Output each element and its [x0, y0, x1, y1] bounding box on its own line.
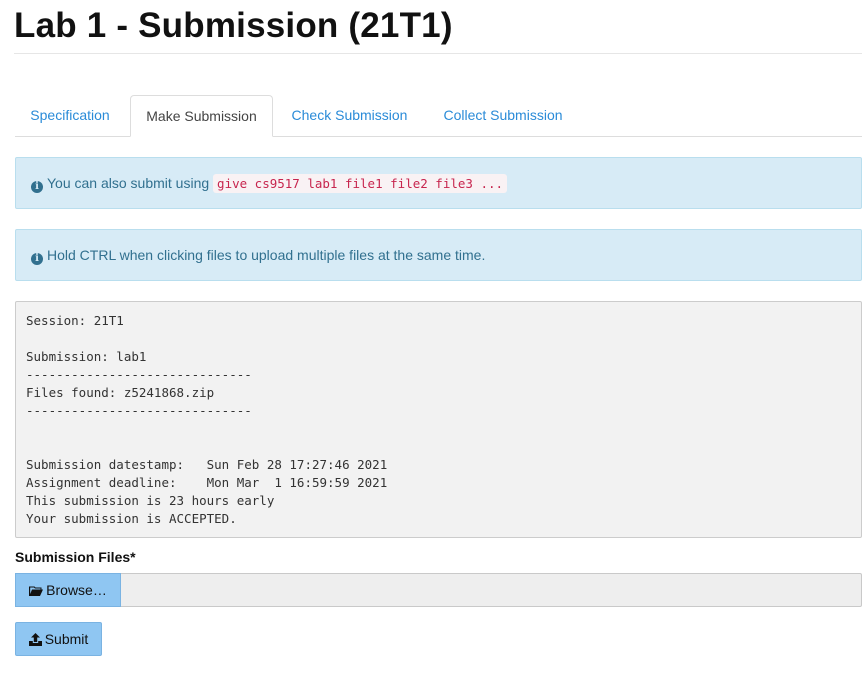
submit-label: Submit — [44, 631, 89, 647]
selected-files-display[interactable] — [122, 574, 861, 606]
upload-icon — [28, 625, 42, 657]
submission-files-label: Submission Files* — [15, 549, 136, 565]
info-circle-icon: i — [31, 181, 43, 193]
file-input-group: Browse… — [15, 573, 862, 607]
multi-file-alert: i Hold CTRL when clicking files to upload… — [15, 229, 862, 281]
title-divider — [14, 53, 862, 54]
tab-make-submission[interactable]: Make Submission — [130, 95, 273, 137]
give-alert-text: You can also submit using — [47, 175, 210, 191]
folder-open-icon — [29, 576, 44, 608]
submission-output: Session: 21T1 Submission: lab1 ---------… — [15, 301, 862, 538]
browse-label: Browse… — [46, 582, 107, 598]
give-command-alert: i You can also submit using give cs9517 l… — [15, 157, 862, 209]
submit-button[interactable]: Submit — [15, 622, 102, 656]
output-line: ------------------------------ — [26, 367, 252, 382]
give-command-code: give cs9517 lab1 file1 file2 file3 ... — [213, 174, 508, 193]
tab-specification[interactable]: Specification — [15, 95, 125, 136]
output-line: This submission is 23 hours early — [26, 493, 275, 508]
submission-tabs: Specification Make Submission Check Subm… — [15, 95, 862, 137]
output-line: ------------------------------ — [26, 403, 252, 418]
output-line: Submission: lab1 — [26, 349, 147, 364]
tab-collect-submission[interactable]: Collect Submission — [426, 95, 580, 136]
output-line: Session: 21T1 — [26, 313, 124, 328]
page-title: Lab 1 - Submission (21T1) — [14, 6, 453, 45]
page: Lab 1 - Submission (21T1) Specification … — [0, 0, 866, 673]
output-line: Your submission is ACCEPTED. — [26, 511, 237, 526]
output-line: Files found: z5241868.zip — [26, 385, 215, 400]
info-circle-icon: i — [31, 253, 43, 265]
browse-button[interactable]: Browse… — [15, 573, 121, 607]
ctrl-alert-text: Hold CTRL when clicking files to upload … — [47, 247, 486, 263]
tab-check-submission[interactable]: Check Submission — [279, 95, 420, 136]
output-line: Assignment deadline: Mon Mar 1 16:59:59 … — [26, 475, 388, 490]
output-line: Submission datestamp: Sun Feb 28 17:27:4… — [26, 457, 388, 472]
